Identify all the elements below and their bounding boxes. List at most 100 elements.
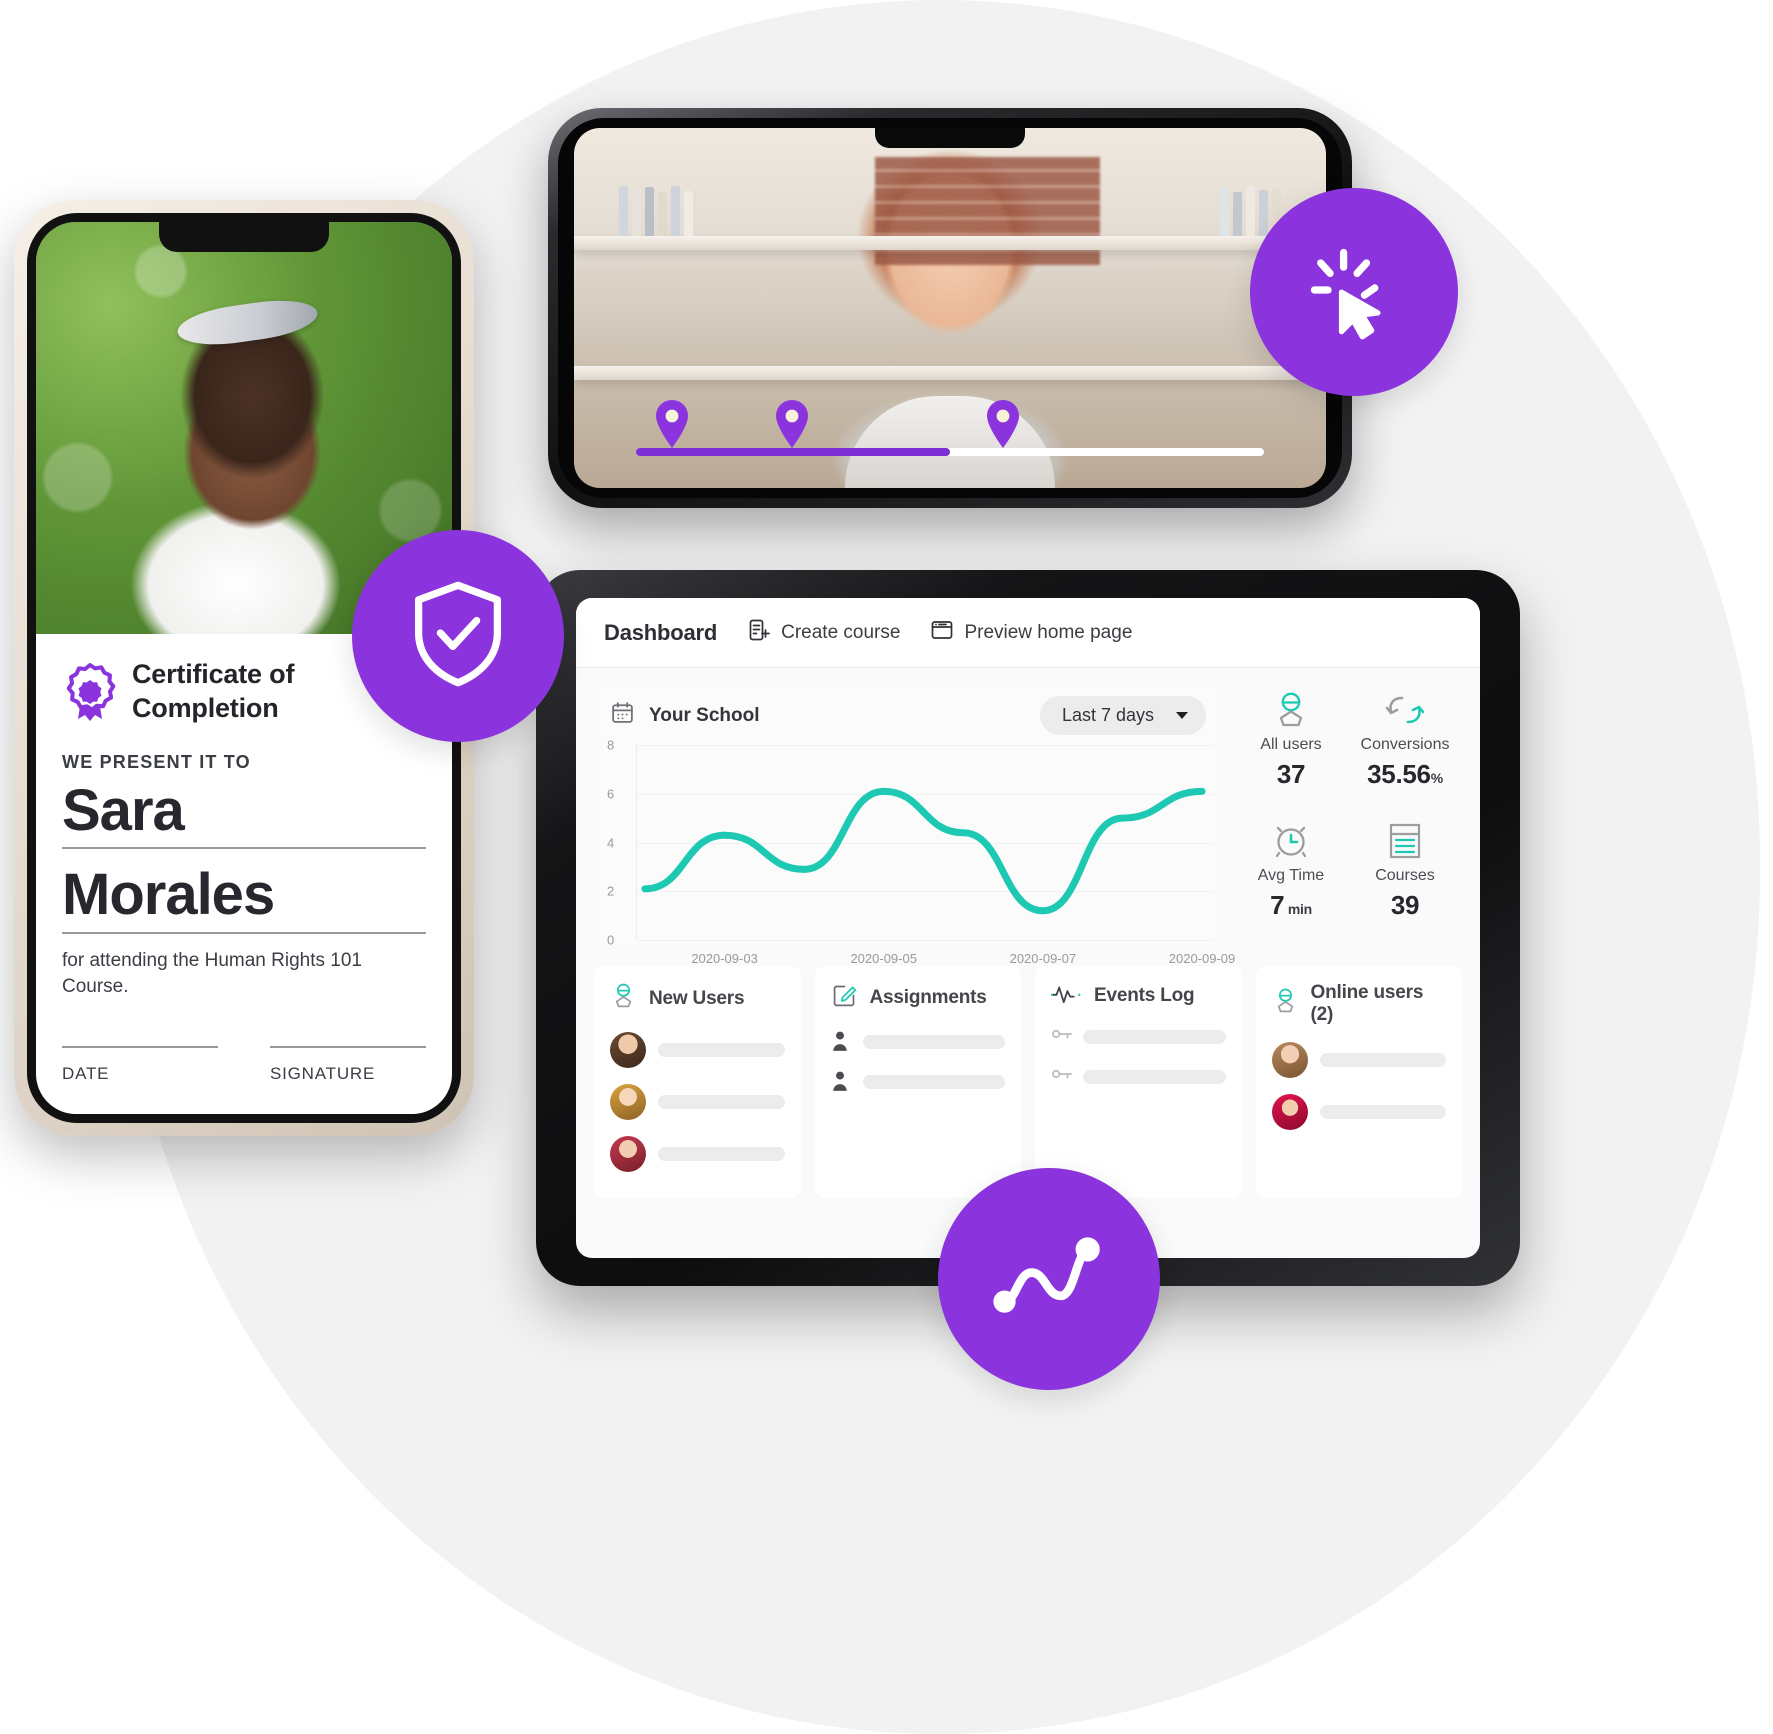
placeholder-bar xyxy=(658,1095,785,1109)
placeholder-bar xyxy=(1319,1053,1446,1067)
video-marker-pin[interactable] xyxy=(772,398,812,450)
chart-y-tick: 6 xyxy=(607,786,615,802)
school-label: Your School xyxy=(649,704,760,726)
list-item[interactable] xyxy=(831,1030,1005,1054)
chart-card: Your School Last 7 days 0 2 4 6 8 2020-09-03 2… xyxy=(594,684,1235,967)
stat-number: 35.56 xyxy=(1367,759,1431,789)
chart-x-tick: 2020-09-09 xyxy=(1168,951,1236,966)
preview-home-label: Preview home page xyxy=(964,621,1133,643)
widget-header: Events Log xyxy=(1050,982,1226,1009)
certificate-signature-field: SIGNATURE xyxy=(270,1045,426,1084)
phone-landscape-notch xyxy=(875,128,1025,148)
stat-label: Conversions xyxy=(1360,736,1450,753)
stat-suffix: min xyxy=(1284,901,1312,917)
widget-header: Online users (2) xyxy=(1272,982,1447,1026)
widget-title: Events Log xyxy=(1094,984,1195,1006)
subject-shoulders xyxy=(845,396,1055,488)
cursor-click-badge xyxy=(1250,188,1458,396)
signature-rule xyxy=(270,1045,426,1048)
chart-data-point xyxy=(721,831,728,839)
pulse-wave-icon xyxy=(1050,982,1082,1009)
person-icon xyxy=(831,1030,851,1054)
document-plus-icon xyxy=(747,618,771,648)
stat-number: 39 xyxy=(1390,890,1420,920)
video-marker-pin[interactable] xyxy=(983,398,1023,450)
chart-data-point xyxy=(1198,787,1206,795)
bookshelf-shelf-2 xyxy=(574,365,1326,380)
stat-card: All users 37 xyxy=(1234,688,1348,813)
list-item[interactable] xyxy=(610,1136,785,1172)
dashboard-widget-card: New Users xyxy=(594,966,801,1198)
certificate-reason: for attending the Human Rights 101 Cours… xyxy=(62,950,362,998)
key-icon xyxy=(1051,1065,1072,1089)
avatar xyxy=(1271,1094,1308,1130)
date-range-value: Last 7 days xyxy=(1061,705,1154,725)
certificate-signature-row: DATE SIGNATURE xyxy=(62,1045,426,1084)
stats-grid: All users 37 Conversions 35.56% Avg Time 7 mi… xyxy=(1230,684,1462,944)
video-frame xyxy=(574,128,1326,488)
list-item[interactable] xyxy=(610,1032,785,1068)
avatar xyxy=(610,1136,646,1172)
dashboard-screen: Dashboard Create course Preview home pag… xyxy=(576,598,1480,1258)
list-item[interactable] xyxy=(1051,1065,1226,1089)
line-graph-icon xyxy=(991,1228,1107,1330)
chart-data-point xyxy=(1039,907,1047,915)
user-avatar-icon xyxy=(1272,987,1299,1021)
stat-card: Avg Time 7 min xyxy=(1234,819,1348,944)
video-player-screen[interactable] xyxy=(574,128,1326,488)
stopwatch-icon xyxy=(1234,819,1348,863)
stat-label: Courses xyxy=(1375,867,1435,884)
dashboard-widget-card: Events Log xyxy=(1035,966,1242,1198)
widget-title: Assignments xyxy=(869,987,987,1008)
certificate-date-field: DATE xyxy=(62,1045,218,1084)
placeholder-bar xyxy=(658,1043,785,1057)
phone-notch xyxy=(159,222,329,252)
shield-check-badge xyxy=(352,530,564,742)
placeholder-bar xyxy=(862,1075,1005,1089)
stat-number: 37 xyxy=(1276,759,1306,789)
certificate-first-name: Sara xyxy=(62,778,426,850)
rosette-seal-icon xyxy=(62,662,118,722)
certificate-present-label: WE PRESENT IT TO xyxy=(62,751,251,772)
date-rule xyxy=(62,1045,218,1048)
avatar xyxy=(1271,1042,1308,1078)
stat-value: 37 xyxy=(1234,759,1348,790)
line-chart: 0 2 4 6 8 2020-09-03 2020-09-05 2020-09-07 2020-… xyxy=(607,738,1235,967)
list-item[interactable] xyxy=(1271,1094,1446,1130)
chart-series-path xyxy=(641,787,1206,915)
stat-value: 35.56% xyxy=(1348,759,1462,790)
stat-label: All users xyxy=(1260,736,1322,753)
user-avatar-icon xyxy=(1234,688,1348,732)
phone-landscape-device xyxy=(548,108,1352,508)
bookshelf-shelf-1 xyxy=(574,236,1326,250)
widget-header: New Users xyxy=(610,982,785,1016)
chart-y-tick: 8 xyxy=(607,737,615,753)
chart-y-tick: 0 xyxy=(607,932,615,948)
video-marker-pin[interactable] xyxy=(652,398,692,450)
create-course-label: Create course xyxy=(781,621,901,643)
calendar-icon xyxy=(610,700,635,731)
list-item[interactable] xyxy=(1051,1025,1226,1049)
create-course-button[interactable]: Create course xyxy=(747,618,900,648)
chart-x-tick: 2020-09-07 xyxy=(1009,951,1077,966)
page-title: Dashboard xyxy=(604,619,718,645)
avatar xyxy=(610,1032,646,1068)
list-item[interactable] xyxy=(1271,1042,1446,1078)
widget-header: Assignments xyxy=(831,982,1006,1014)
chart-data-point xyxy=(800,865,808,873)
chart-data-point xyxy=(641,885,649,893)
cursor-click-icon xyxy=(1302,238,1406,347)
chevron-down-icon xyxy=(1176,712,1188,719)
video-progress-bar[interactable] xyxy=(636,448,1264,456)
chart-data-point xyxy=(880,787,888,795)
widget-title: New Users xyxy=(649,988,745,1009)
avatar xyxy=(610,1084,646,1120)
school-selector[interactable]: Your School xyxy=(610,700,759,731)
placeholder-bar xyxy=(1083,1030,1226,1044)
chart-plot-area: 0 2 4 6 8 2020-09-03 2020-09-05 2020-09-07 2020-… xyxy=(602,738,1235,967)
preview-home-page-button[interactable]: Preview home page xyxy=(930,618,1132,648)
list-item[interactable] xyxy=(831,1070,1005,1094)
courses-list-icon xyxy=(1348,819,1462,863)
list-item[interactable] xyxy=(610,1084,785,1120)
date-range-select[interactable]: Last 7 days xyxy=(1039,696,1206,735)
